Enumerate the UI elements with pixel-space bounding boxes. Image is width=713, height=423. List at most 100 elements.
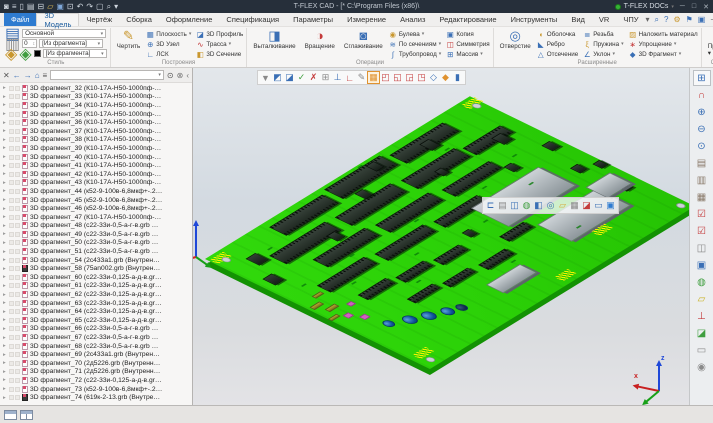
projection-icon[interactable]: ▭ (693, 342, 711, 358)
rotate-scene-icon[interactable]: ◇ (428, 72, 439, 83)
lcs-button[interactable]: ∟ЛСК (146, 49, 191, 59)
thread-button[interactable]: ≣Резьба (583, 29, 623, 39)
search-icon[interactable]: ⊙ (167, 71, 174, 80)
tab-вид[interactable]: Вид (564, 13, 592, 26)
check-geometry-icon[interactable]: ☑ (693, 206, 711, 222)
symmetry-button[interactable]: ◫Симметрия (446, 39, 489, 49)
tree-search-input[interactable]: ▾ (50, 70, 164, 80)
tree-item[interactable]: ▸3D фрагмент_42 (К10-17А-Н50-1000пф-… (0, 170, 192, 179)
tab-параметры[interactable]: Параметры (286, 13, 340, 26)
flag-icon[interactable]: ⚑ (686, 15, 693, 24)
camera-icon[interactable]: ◉ (693, 359, 711, 375)
window-pages-icon[interactable]: ⊟ (37, 2, 44, 11)
forward-icon[interactable]: → (24, 71, 32, 80)
color-swatch[interactable] (34, 50, 41, 57)
workplane-left-icon[interactable]: ◲ (404, 72, 415, 83)
workplane-iso-icon[interactable]: ◳ (416, 72, 427, 83)
tab-измерение[interactable]: Измерение (340, 13, 393, 26)
3d-node-button[interactable]: ⊕3D Узел (146, 39, 191, 49)
apply-material-button[interactable]: ▨Наложить материал (629, 29, 698, 39)
model-cube-icon[interactable]: ◧ (533, 200, 544, 211)
minimize-button[interactable]: ─ (680, 3, 685, 11)
draft-button[interactable]: ∠Уклон▾ (583, 49, 623, 59)
select-bodies-icon[interactable]: ◩ (272, 72, 283, 83)
tab-оформление[interactable]: Оформление (159, 13, 220, 26)
rib-button[interactable]: ◣Ребро (537, 39, 578, 49)
tree-item[interactable]: ▸3D фрагмент_67 (с22-33и-0,5-а-г-в.grb … (0, 333, 192, 342)
home-icon[interactable]: ⌂ (35, 71, 40, 80)
trim-button[interactable]: △Отсечение (537, 49, 578, 59)
new-from-prototype-icon[interactable]: ▤ (27, 2, 35, 11)
3d-section-button[interactable]: ◧3D Сечение (196, 49, 243, 59)
tab-анализ[interactable]: Анализ (393, 13, 432, 26)
tree-item[interactable]: ▸3D фрагмент_70 (2д5226.grb (Внутренн… (0, 359, 192, 368)
hole-button[interactable]: ◎Отверстие (497, 28, 534, 51)
calculator-icon[interactable]: ▦ (569, 200, 580, 211)
settings-gear-icon[interactable]: ⚙ (673, 15, 680, 24)
tree-item[interactable]: ▸3D фрагмент_45 (к52-9-100в-6,8мкф+-.2… (0, 196, 192, 205)
primitive-button[interactable]: ◧Примитив ▾ (705, 28, 713, 58)
tab-редактирование[interactable]: Редактирование (432, 13, 503, 26)
apply-selection-icon[interactable]: ✓ (296, 72, 307, 83)
zoom-window-icon[interactable]: ⊙ (693, 138, 711, 154)
boolean-button[interactable]: ◉Булева▾ (389, 29, 442, 39)
tree-item[interactable]: ▸3D фрагмент_71 (2д5226.grb (Внутренн… (0, 368, 192, 377)
tree-item[interactable]: ▸3D фрагмент_40 (К10-17А-Н50-1000пф-… (0, 153, 192, 162)
draw-button[interactable]: ✎Чертить (114, 28, 144, 51)
window-layout-button-2[interactable] (20, 410, 33, 420)
3d-node-filter-icon[interactable]: ⊥ (332, 72, 343, 83)
style-combo[interactable]: Основной▾ (22, 29, 106, 38)
blend-button[interactable]: ◙Сглаживание (341, 28, 386, 51)
tab-чертёж[interactable]: Чертёж (79, 13, 119, 26)
active-workplane-icon[interactable]: ▦ (368, 72, 379, 83)
tree-item[interactable]: ▸3D фрагмент_74 (619к-2-13.grb (Внутре… (0, 393, 192, 402)
3d-profile-button[interactable]: ◪3D Профиль (196, 29, 243, 39)
measure-icon[interactable]: ⊏ (485, 200, 496, 211)
active-plane-icon[interactable]: ◪ (693, 325, 711, 341)
find-icon[interactable]: ⌕ (107, 2, 111, 11)
tree-item[interactable]: ▸3D фрагмент_63 (с22-33и-0,125-а-д-в.gr… (0, 299, 192, 308)
customize-quick-access-icon[interactable]: ▾ (114, 2, 118, 11)
3d-window-icon[interactable]: ▣ (693, 257, 711, 273)
3d-viewport[interactable]: ▼◩◪✓✗⊞⊥∟✎▦◰◱◲◳◇◆▮ ⊏▤◫◍◧◎▱▦◪▭▣ z x (193, 68, 689, 405)
tab-3d-модель[interactable]: 3D Модель (36, 13, 79, 26)
cutting-plane-icon[interactable]: ◪ (581, 200, 592, 211)
tree-item[interactable]: ▸3D фрагмент_68 (с22-33и-0,5-а-г-в.grb … (0, 342, 192, 351)
select-operations-icon[interactable]: ◪ (284, 72, 295, 83)
tree-item[interactable]: ▸3D фрагмент_47 (К10-17А-Н50-1000пф-… (0, 213, 192, 222)
shell-button[interactable]: ◖Оболочка (537, 29, 578, 39)
back-icon[interactable]: ← (13, 71, 21, 80)
tree-item[interactable]: ▸3D фрагмент_72 (с22-33и-0,125-а-д-в.gr… (0, 376, 192, 385)
draw-on-workplane-icon[interactable]: ✎ (356, 72, 367, 83)
close-panel-icon[interactable]: ✕ (3, 71, 10, 80)
workplane-yellow-icon[interactable]: ▱ (693, 291, 711, 307)
undo-icon[interactable]: ↶ (77, 2, 84, 11)
tab-спецификация[interactable]: Спецификация (219, 13, 286, 26)
tree-item[interactable]: ▸3D фрагмент_41 (К10-17А-Н50-1000пф-… (0, 161, 192, 170)
tree-item[interactable]: ▸3D фрагмент_65 (с22-33и-0,125-а-д-в.gr… (0, 316, 192, 325)
open-icon[interactable]: ▱ (47, 2, 53, 11)
redo-icon[interactable]: ↷ (86, 2, 93, 11)
preview-icon[interactable]: ▢ (96, 2, 104, 11)
print-icon[interactable]: ⊡ (67, 2, 74, 11)
mesh-quality-icon[interactable]: ◍ (521, 200, 532, 211)
workplane-top-icon[interactable]: ◱ (392, 72, 403, 83)
tree-item[interactable]: ▸3D фрагмент_35 (К10-17А-Н50-1000пф-… (0, 110, 192, 119)
tree-item[interactable]: ▸3D фрагмент_60 (с22-33и-0,125-а-д-в.gr… (0, 273, 192, 282)
render-hidden-lines-icon[interactable]: ▥ (693, 172, 711, 188)
search-icon[interactable]: ⌕ (655, 15, 659, 25)
menu-icon[interactable]: ≡ (12, 2, 17, 11)
tree-item[interactable]: ▸3D фрагмент_54 (2с433а1.grb (Внутрен… (0, 256, 192, 265)
tree-item[interactable]: ▸3D фрагмент_33 (К10-17А-Н50-1000пф-… (0, 93, 192, 102)
open-fragment-icon[interactable]: ▱ (557, 200, 568, 211)
dock-panel-icon[interactable]: ▮ (452, 72, 463, 83)
dock-view-icon[interactable]: ▣ (605, 200, 616, 211)
3d-fragment-button[interactable]: ◆3D Фрагмент▾ (629, 49, 698, 59)
window-view-icon[interactable]: ▭ (593, 200, 604, 211)
cancel-selection-icon[interactable]: ✗ (308, 72, 319, 83)
tab-vr[interactable]: VR (592, 13, 616, 26)
tflex-docs-button[interactable]: T-FLEX DOCs ▾ (615, 3, 674, 10)
render-shaded-icon[interactable]: ▦ (693, 189, 711, 205)
globe-icon[interactable]: ◍ (693, 274, 711, 290)
help-icon[interactable]: ? (664, 15, 668, 24)
